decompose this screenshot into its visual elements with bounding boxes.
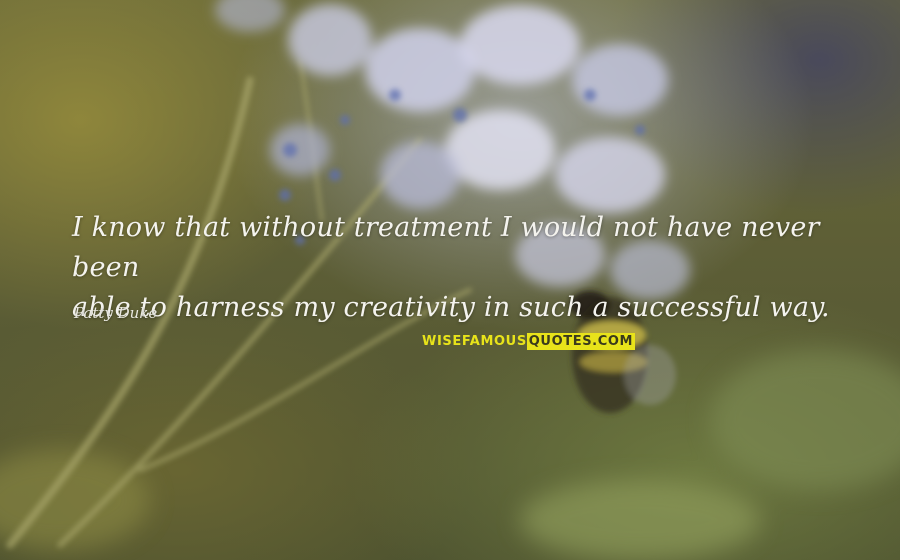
- watermark-logo: WISEFAMOUS QUOTES.COM: [420, 333, 637, 350]
- quote-image: I know that without treatment I would no…: [0, 0, 900, 560]
- quote-author: Patty Duke: [74, 304, 158, 322]
- watermark-text-part2: QUOTES.COM: [526, 333, 636, 350]
- watermark-text-part1: WISEFAMOUS: [422, 334, 527, 349]
- quote-line-2: able to harness my creativity in such a …: [72, 292, 830, 323]
- quote-text: I know that without treatment I would no…: [72, 208, 862, 328]
- quote-line-1: I know that without treatment I would no…: [72, 212, 820, 283]
